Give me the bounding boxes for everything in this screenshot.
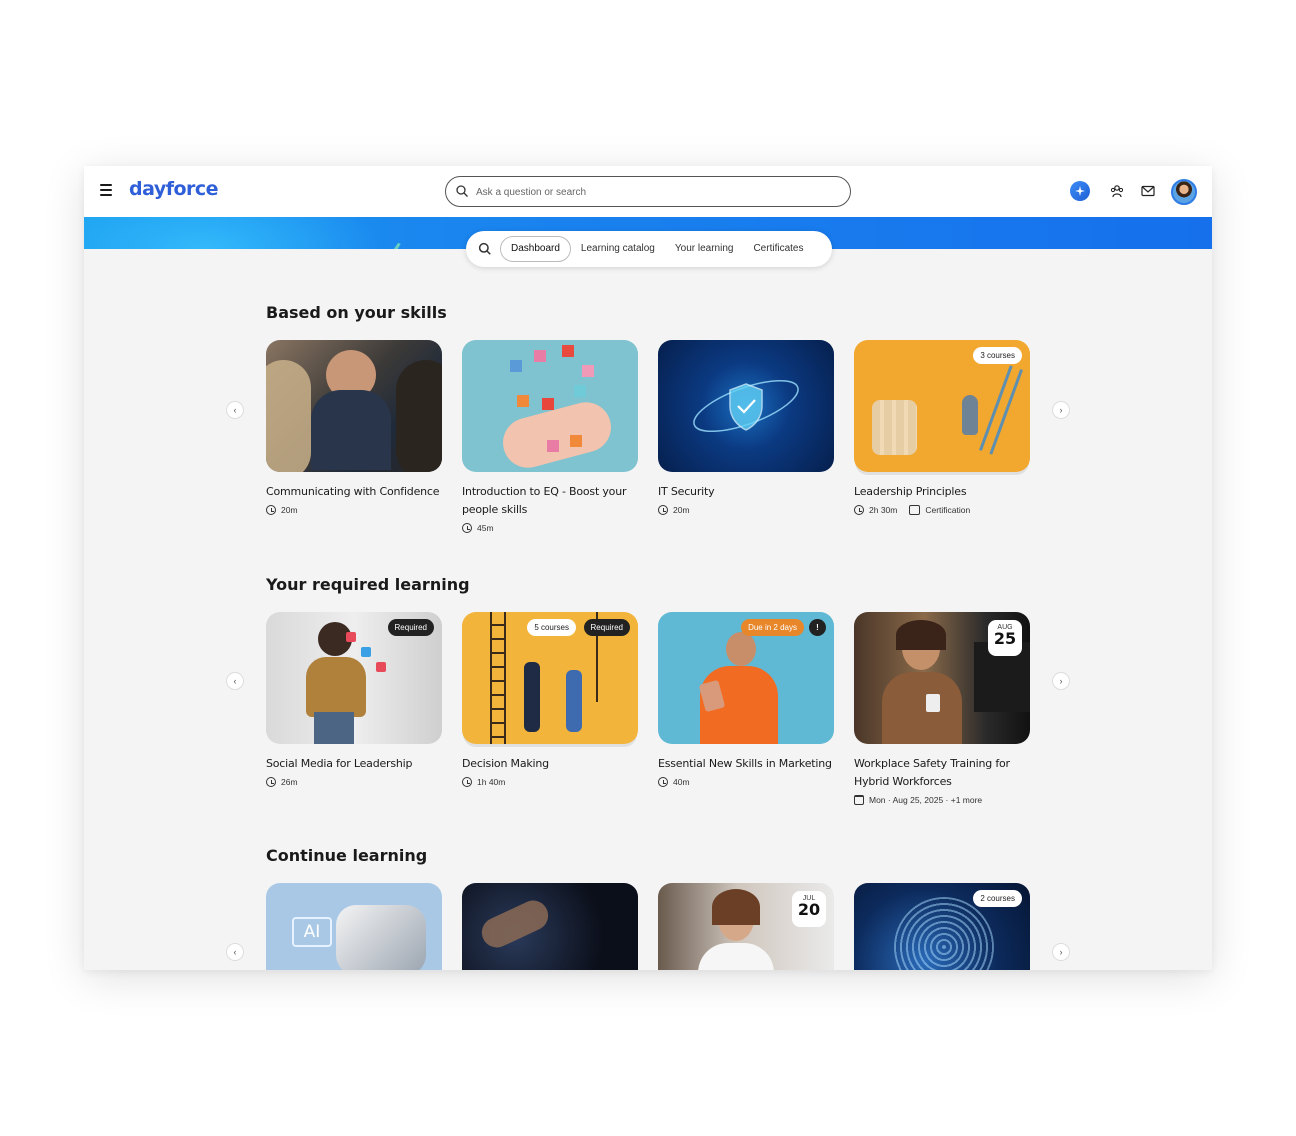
course-duration: 1h 40m [462,777,638,787]
learning-tabs: Dashboard Learning catalog Your learning… [466,231,832,267]
course-card[interactable]: 3 courses Leadership Principles 2h 30m C… [854,340,1030,515]
section-title-continue: Continue learning [266,846,428,865]
certification-text: Certification [925,505,971,515]
alert-icon: ! [809,619,826,636]
continue-next-arrow[interactable]: › [1052,943,1070,961]
tab-search-icon[interactable] [478,242,492,256]
course-title[interactable]: Leadership Principles [854,483,1030,501]
global-search[interactable] [445,176,851,207]
event-day: 25 [993,629,1017,648]
event-schedule: Mon · Aug 25, 2025 · +1 more [854,795,1030,805]
due-date-badge: Due in 2 days [741,619,804,636]
course-thumbnail[interactable]: 2 courses [854,883,1030,970]
duration-text: 40m [673,777,690,787]
course-card[interactable]: Communicating with Confidence 20m [266,340,442,515]
course-thumbnail[interactable]: Due in 2 days ! [658,612,834,744]
course-thumbnail[interactable]: 5 courses Required [462,612,638,744]
schedule-text: Mon · Aug 25, 2025 · +1 more [869,795,983,805]
ai-assistant-icon[interactable] [1070,181,1090,201]
clock-icon [658,505,668,515]
ai-label: AI [292,917,332,947]
course-duration: 20m [266,505,442,515]
course-card[interactable]: AI [266,883,442,970]
course-card[interactable] [462,883,638,970]
clock-icon [266,505,276,515]
app-window: dayforce Dashboard Learning catalog Your… [84,166,1212,970]
search-input[interactable] [476,183,836,201]
certificate-icon [909,505,921,515]
course-title[interactable]: Communicating with Confidence [266,483,442,501]
duration-text: 20m [673,505,690,515]
course-thumbnail[interactable] [658,340,834,472]
course-duration: 26m [266,777,442,787]
calendar-icon [854,795,864,805]
course-title[interactable]: IT Security [658,483,834,501]
clock-icon [462,523,472,533]
clock-icon [462,777,472,787]
team-icon[interactable] [1106,180,1128,202]
event-date-badge: AUG 25 [988,620,1022,656]
courses-count-badge: 2 courses [973,890,1022,907]
dayforce-logo[interactable]: dayforce [129,178,219,200]
course-card[interactable]: Due in 2 days ! Essential New Skills in … [658,612,834,787]
continue-prev-arrow[interactable]: ‹ [226,943,244,961]
courses-count-badge: 3 courses [973,347,1022,364]
course-thumbnail[interactable] [462,340,638,472]
duration-text: 1h 40m [477,777,506,787]
tab-your-learning[interactable]: Your learning [665,236,744,262]
top-header: dayforce [84,166,1212,217]
course-duration: 45m [462,523,638,533]
mail-icon[interactable] [1137,180,1159,202]
course-title[interactable]: Social Media for Leadership [266,755,442,773]
hamburger-menu-icon[interactable] [100,184,114,198]
required-prev-arrow[interactable]: ‹ [226,672,244,690]
user-avatar[interactable] [1171,179,1197,205]
tab-learning-catalog[interactable]: Learning catalog [571,236,665,262]
course-thumbnail[interactable]: AI [266,883,442,970]
course-thumbnail[interactable]: JUL 20 [658,883,834,970]
clock-icon [658,777,668,787]
section-title-skills: Based on your skills [266,303,447,322]
duration-text: 45m [477,523,494,533]
course-title[interactable]: Introduction to EQ - Boost your people s… [462,483,638,519]
duration-text: 20m [281,505,298,515]
skills-next-arrow[interactable]: › [1052,401,1070,419]
duration-text: 26m [281,777,298,787]
course-card[interactable]: 5 courses Required Decision Making 1h 40… [462,612,638,787]
course-title[interactable]: Essential New Skills in Marketing [658,755,834,773]
course-thumbnail[interactable]: Required [266,612,442,744]
course-card[interactable]: JUL 20 [658,883,834,970]
course-card[interactable]: Required Social Media for Leadership 26m [266,612,442,787]
required-badge: Required [387,619,434,636]
courses-count-badge: 5 courses [527,619,576,636]
course-duration: 20m [658,505,834,515]
duration-text: 2h 30m [869,505,898,515]
clock-icon [266,777,276,787]
search-icon [456,185,468,197]
course-card[interactable]: IT Security 20m [658,340,834,515]
course-duration: 40m [658,777,834,787]
required-badge: Required [583,619,630,636]
clock-icon [854,505,864,515]
event-day: 20 [797,900,821,919]
course-card[interactable]: 2 courses [854,883,1030,970]
course-thumbnail[interactable]: 3 courses [854,340,1030,472]
tab-certificates[interactable]: Certificates [743,236,813,262]
course-thumbnail[interactable] [266,340,442,472]
event-date-badge: JUL 20 [792,891,826,927]
shield-icon [693,379,799,433]
course-card[interactable]: AUG 25 Workplace Safety Training for Hyb… [854,612,1030,805]
section-title-required: Your required learning [266,575,470,594]
course-title[interactable]: Workplace Safety Training for Hybrid Wor… [854,755,1030,791]
course-card[interactable]: Introduction to EQ - Boost your people s… [462,340,638,533]
course-title[interactable]: Decision Making [462,755,638,773]
course-thumbnail[interactable]: AUG 25 [854,612,1030,744]
tab-dashboard[interactable]: Dashboard [500,236,571,262]
required-next-arrow[interactable]: › [1052,672,1070,690]
course-duration: 2h 30m Certification [854,505,1030,515]
skills-prev-arrow[interactable]: ‹ [226,401,244,419]
course-thumbnail[interactable] [462,883,638,970]
